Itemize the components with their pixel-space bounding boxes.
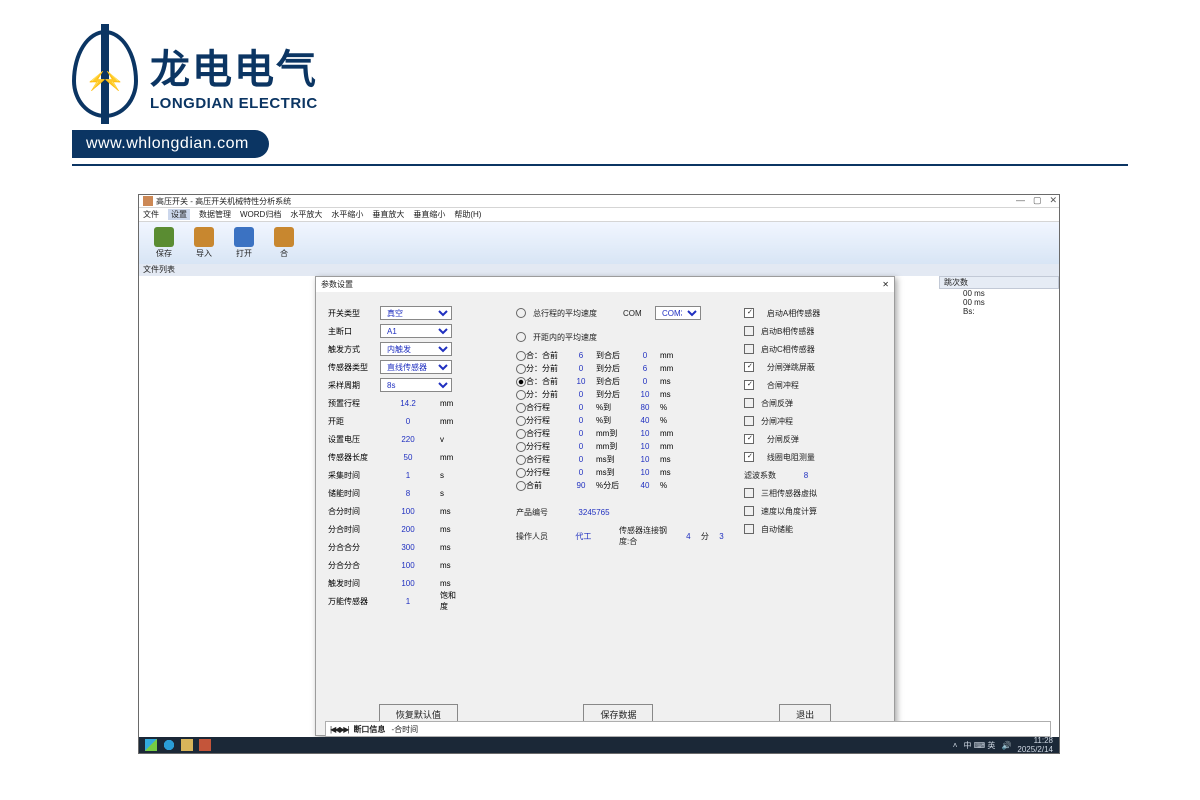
side-data: 跳次数 00 ms 00 ms Bs: — [939, 276, 1059, 316]
product-label: 产品编号 — [516, 507, 560, 518]
taskbar: ˄ 中 ⌨ 英 🔊 11:28 2025/2/14 — [139, 737, 1059, 753]
menu-item[interactable]: 文件 — [143, 209, 159, 220]
menu-item[interactable]: 水平放大 — [290, 209, 322, 220]
radio-open-label: 开距内的平均速度 — [533, 332, 597, 343]
radio-open-avg[interactable] — [516, 332, 529, 342]
dialog-close-icon[interactable]: ✕ — [882, 280, 889, 289]
explorer-icon[interactable] — [181, 739, 193, 751]
tab-hetime[interactable]: -合时间 — [391, 724, 418, 735]
speed-grid: 合：合前6到合后0mm分：分前0到分后6mm合：合前10到合后0ms分：分前0到… — [516, 350, 730, 491]
menu-item[interactable]: 垂直放大 — [372, 209, 404, 220]
menu-item[interactable]: 数据管理 — [199, 209, 231, 220]
bottom-tabs: |◀ ◀ ▶ ▶| 断口信息 -合时间 — [325, 721, 1051, 737]
content-area: 跳次数 00 ms 00 ms Bs: 龙 电 电 气 参数设置 ✕ 开关类型真… — [139, 276, 1059, 737]
minimize-button[interactable]: — — [1016, 195, 1025, 206]
grid-radio[interactable] — [516, 403, 526, 413]
select-采样周期[interactable]: 8s — [380, 378, 452, 392]
close-button[interactable]: ✕ — [1049, 195, 1057, 206]
sensor-link-b: 3 — [713, 532, 730, 541]
start-icon[interactable] — [145, 739, 157, 751]
menu-item[interactable]: 垂直缩小 — [413, 209, 445, 220]
brand-block: ⚡⚡ 龙电电气 LONGDIAN ELECTRIC — [72, 30, 318, 118]
sensor-link-label: 传感器连接钢度:合 — [619, 525, 676, 547]
select-触发方式[interactable]: 内触发 — [380, 342, 452, 356]
checkbox[interactable] — [744, 344, 757, 354]
checkbox[interactable] — [744, 506, 757, 516]
maximize-button[interactable]: ▢ — [1033, 195, 1042, 206]
side-header: 跳次数 — [939, 276, 1059, 289]
brand-en: LONGDIAN ELECTRIC — [150, 95, 318, 112]
grid-radio[interactable] — [516, 429, 526, 439]
sensor-link-mid: 分 — [701, 531, 709, 542]
grid-radio[interactable] — [516, 390, 526, 400]
side-row: 00 ms — [939, 289, 1059, 298]
tab-nav-icon[interactable]: |◀ ◀ ▶ ▶| — [330, 725, 347, 734]
com-label: COM — [623, 309, 651, 318]
dialog-right-column: 启动A相传感器启动B相传感器启动C相传感器分闸弹跳屏蔽合闸冲程合闸反弹分闸冲程分… — [744, 304, 888, 538]
grid-radio[interactable] — [516, 364, 526, 374]
volume-icon[interactable]: 🔊 — [1001, 741, 1011, 750]
clock-time: 11:28 — [1017, 736, 1053, 745]
grid-radio[interactable] — [516, 377, 526, 387]
select-传感器类型[interactable]: 直线传感器 — [380, 360, 452, 374]
tab-duankou[interactable]: 断口信息 — [353, 724, 385, 735]
product-value: 3245765 — [564, 508, 624, 517]
toolbar-button[interactable]: 合 — [265, 227, 303, 259]
select-开关类型[interactable]: 真空 — [380, 306, 452, 320]
brand-logo: ⚡⚡ — [72, 30, 138, 118]
checkbox[interactable] — [744, 380, 763, 390]
dialog-mid-column: 总行程的平均速度 COM COM3 开距内的平均速度 合：合前6到合后0mm分：… — [516, 304, 730, 545]
radio-total-label: 总行程的平均速度 — [533, 308, 619, 319]
select-主断口[interactable]: A1 — [380, 324, 452, 338]
dialog-left-column: 开关类型真空主断口A1触发方式内触发传感器类型直线传感器采样周期8s预置行程14… — [328, 304, 508, 610]
edge-icon[interactable] — [163, 739, 175, 751]
brand-cn: 龙电电气 — [150, 37, 318, 95]
checkbox[interactable] — [744, 308, 763, 318]
checkbox[interactable] — [744, 434, 763, 444]
grid-radio[interactable] — [516, 468, 526, 478]
side-row: 00 ms — [939, 298, 1059, 307]
operator-value: 代工 — [558, 531, 609, 542]
operator-label: 操作人员 — [516, 531, 554, 542]
checkbox[interactable] — [744, 326, 757, 336]
toolbar: 保存导入打开合 — [139, 222, 1059, 264]
ime-indicator[interactable]: 中 ⌨ 英 — [963, 740, 995, 751]
checkbox[interactable] — [744, 524, 757, 534]
menu-item[interactable]: 水平缩小 — [331, 209, 363, 220]
params-dialog: 参数设置 ✕ 开关类型真空主断口A1触发方式内触发传感器类型直线传感器采样周期8… — [315, 276, 895, 736]
grid-radio[interactable] — [516, 351, 526, 361]
menu-item[interactable]: WORD归档 — [240, 209, 281, 220]
grid-radio[interactable] — [516, 442, 526, 452]
checkbox[interactable] — [744, 362, 763, 372]
brand-url: www.whlongdian.com — [72, 130, 269, 158]
dialog-title: 参数设置 — [321, 279, 353, 290]
toolbar-button[interactable]: 保存 — [145, 227, 183, 259]
checkbox[interactable] — [744, 452, 763, 462]
toolbar-button[interactable]: 导入 — [185, 227, 223, 259]
menu-item[interactable]: 设置 — [168, 209, 190, 220]
grid-radio[interactable] — [516, 455, 526, 465]
toolbar-button[interactable]: 打开 — [225, 227, 263, 259]
grid-radio[interactable] — [516, 416, 526, 426]
grid-radio[interactable] — [516, 481, 526, 491]
divider — [72, 164, 1128, 166]
app-taskbar-icon[interactable] — [199, 739, 211, 751]
checkbox[interactable] — [744, 398, 757, 408]
checkbox[interactable] — [744, 416, 757, 426]
titlebar: 高压开关 - 高压开关机械特性分析系统 — ▢ ✕ — [139, 195, 1059, 208]
menu-item[interactable]: 帮助(H) — [454, 209, 481, 220]
checkbox[interactable] — [744, 488, 757, 498]
com-select[interactable]: COM3 — [655, 306, 701, 320]
tray-up-icon[interactable]: ˄ — [953, 741, 958, 750]
menubar: 文件设置数据管理 WORD归档水平放大水平缩小垂直放大垂直缩小帮助(H) — [139, 208, 1059, 222]
side-row: Bs: — [939, 307, 1059, 316]
app-icon — [143, 196, 153, 206]
app-window: 高压开关 - 高压开关机械特性分析系统 — ▢ ✕ 文件设置数据管理 WORD归档… — [138, 194, 1060, 754]
sensor-link-a: 4 — [680, 532, 697, 541]
file-list-label: 文件列表 — [139, 264, 1059, 276]
clock-date: 2025/2/14 — [1017, 745, 1053, 754]
radio-total-avg[interactable] — [516, 308, 529, 318]
window-title: 高压开关 - 高压开关机械特性分析系统 — [156, 196, 291, 207]
